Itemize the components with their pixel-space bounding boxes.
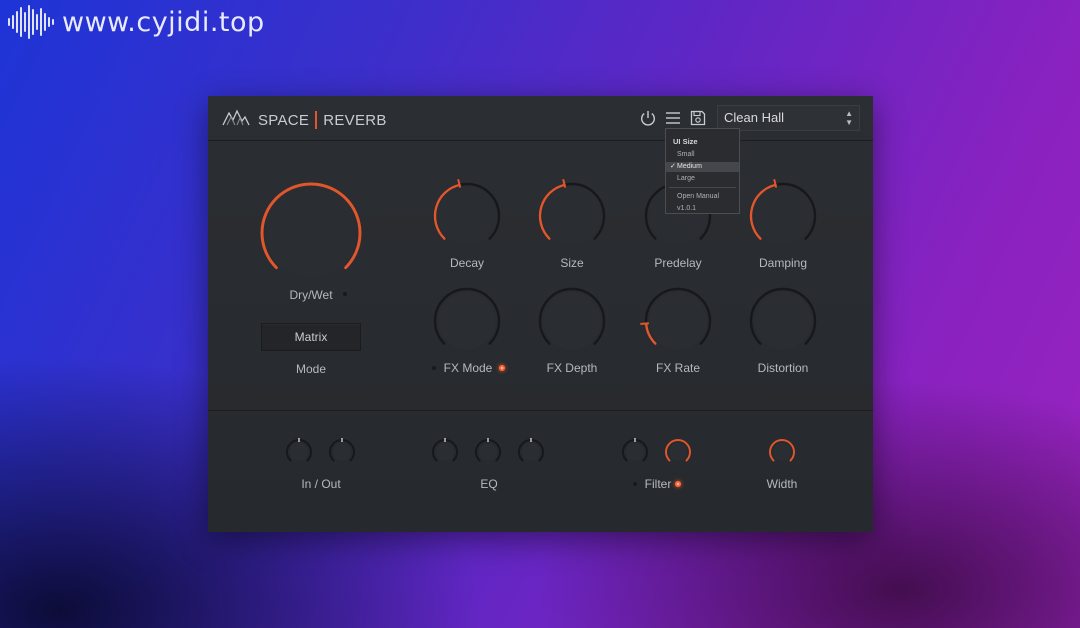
distortion-knob-body xyxy=(754,292,812,350)
fx-depth-knob[interactable] xyxy=(532,281,612,361)
distortion-label: Distortion xyxy=(757,361,809,375)
output-knob[interactable] xyxy=(322,432,362,472)
size-label: Size xyxy=(560,256,584,270)
soundwave-logo xyxy=(8,4,54,40)
dry-wet-indicator xyxy=(343,292,347,296)
mountain-logo-icon xyxy=(222,109,250,126)
width-knob[interactable] xyxy=(762,432,802,472)
brand-reverb: REVERB xyxy=(323,111,387,129)
power-icon[interactable] xyxy=(639,109,657,127)
filter-label: Filter xyxy=(644,477,672,491)
fx-rate-knob-pointer xyxy=(640,322,650,325)
size-knob[interactable] xyxy=(532,176,612,256)
eq-low-knob[interactable] xyxy=(425,432,465,472)
menu-item-open-manual[interactable]: Open Manual xyxy=(666,192,739,202)
in-out-label: In / Out xyxy=(301,477,341,491)
watermark: www.cyjidi.top xyxy=(8,2,265,42)
mode-label: Mode xyxy=(295,362,327,376)
output-knob-body xyxy=(333,443,351,461)
eq-mid-knob-body xyxy=(479,443,497,461)
filter-low-knob-body xyxy=(626,443,644,461)
distortion-knob[interactable] xyxy=(743,281,823,361)
fx-rate-knob-body xyxy=(649,292,707,350)
eq-high-knob[interactable] xyxy=(511,432,551,472)
eq-high-knob-body xyxy=(522,443,540,461)
filter-high-knob-body xyxy=(669,443,687,461)
mode-value: Matrix xyxy=(294,330,328,344)
menu-item-small[interactable]: Small xyxy=(666,150,739,160)
updown-arrows-icon: ▲ ▼ xyxy=(845,109,853,127)
input-knob[interactable] xyxy=(279,432,319,472)
width-knob-body xyxy=(773,443,791,461)
settings-dropdown-menu: UI Size Small ✓ Medium Large Open Manual … xyxy=(665,128,740,214)
menu-header: UI Size xyxy=(673,137,698,146)
damping-label: Damping xyxy=(758,256,808,270)
damping-knob[interactable] xyxy=(743,176,823,256)
size-knob-body xyxy=(543,187,601,245)
fx-mode-led[interactable] xyxy=(499,365,505,371)
plugin-window: SPACE REVERB Clean Hall ▲ ▼ UI Size Small… xyxy=(208,96,873,532)
section-divider xyxy=(208,410,873,411)
menu-divider xyxy=(669,187,736,188)
save-icon[interactable] xyxy=(689,109,707,127)
fx-depth-label: FX Depth xyxy=(546,361,598,375)
plugin-title: SPACE REVERB xyxy=(258,111,387,129)
filter-high-knob[interactable] xyxy=(658,432,698,472)
fx-rate-knob[interactable] xyxy=(638,281,718,361)
filter-led[interactable] xyxy=(675,481,681,487)
menu-item-medium[interactable]: ✓ Medium xyxy=(666,162,739,172)
menu-item-large[interactable]: Large xyxy=(666,174,739,184)
decay-label: Decay xyxy=(449,256,484,270)
menu-icon[interactable] xyxy=(664,109,682,127)
mode-button[interactable]: Matrix xyxy=(261,323,361,351)
fx-mode-label: FX Mode xyxy=(443,361,493,375)
decay-knob[interactable] xyxy=(427,176,507,256)
fx-rate-label: FX Rate xyxy=(655,361,700,375)
eq-low-knob-body xyxy=(436,443,454,461)
menu-version: v1.0.1 xyxy=(677,205,697,212)
fx-mode-knob[interactable] xyxy=(427,281,507,361)
preset-name: Clean Hall xyxy=(724,110,784,125)
watermark-text: www.cyjidi.top xyxy=(62,6,265,38)
checkmark-icon: ✓ xyxy=(670,163,676,170)
brand-separator xyxy=(315,111,318,129)
decay-knob-body xyxy=(438,187,496,245)
input-knob-body xyxy=(290,443,308,461)
damping-knob-body xyxy=(754,187,812,245)
plugin-header: SPACE REVERB Clean Hall ▲ ▼ xyxy=(208,96,873,141)
eq-label: EQ xyxy=(480,477,498,491)
dry-wet-label: Dry/Wet xyxy=(289,288,333,302)
brand-space: SPACE xyxy=(258,111,310,129)
filter-low-knob[interactable] xyxy=(615,432,655,472)
fx-depth-knob-body xyxy=(543,292,601,350)
dry-wet-knob-body xyxy=(266,188,356,278)
predelay-label: Predelay xyxy=(654,256,702,270)
eq-mid-knob[interactable] xyxy=(468,432,508,472)
fx-mode-knob-body xyxy=(438,292,496,350)
dry-wet-knob[interactable] xyxy=(254,176,368,290)
width-label: Width xyxy=(766,477,798,491)
